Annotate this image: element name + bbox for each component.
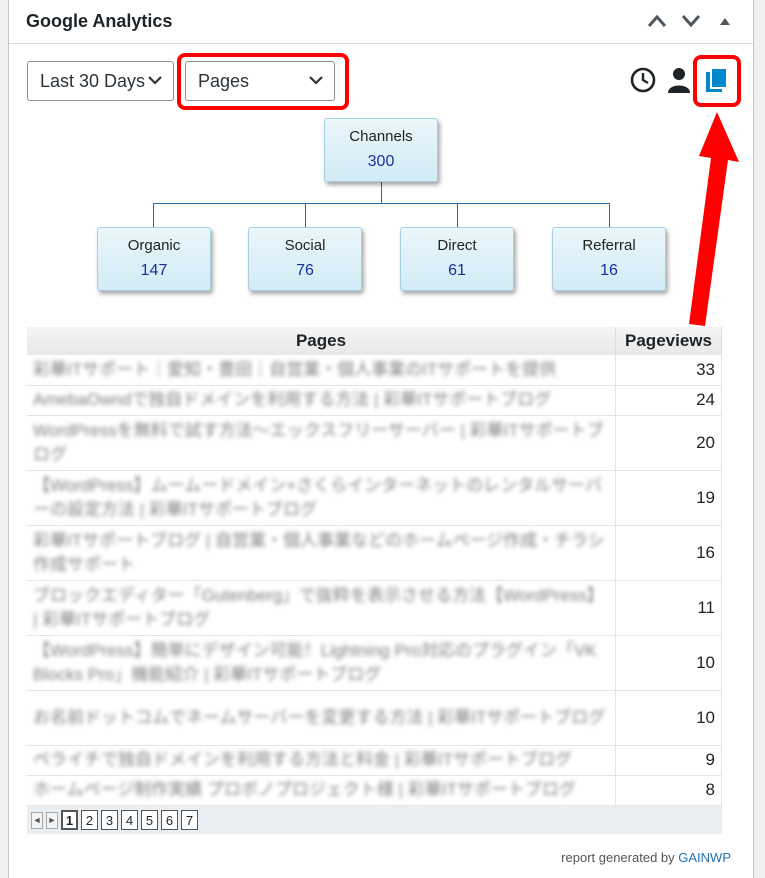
pageviews-cell: 33 [615,355,722,386]
page-cell: 【WordPress】簡単にデザイン可能！Lightning Pro対応のプラグ… [27,635,616,691]
pageviews-cell: 20 [615,415,722,471]
widget-header: Google Analytics [9,0,753,44]
next-page-button[interactable]: ► [46,811,58,829]
node-label: Channels [349,128,413,145]
period-select[interactable]: Last 30 Days [27,61,174,101]
move-up-button[interactable] [643,9,671,33]
report-select[interactable]: Pages [185,61,335,101]
page-cell: WordPressを無料で試す方法〜エックスフリーサーバー | 彩華ITサポート… [27,415,616,471]
pageviews-cell: 19 [615,470,722,526]
table-header-row: Pages Pageviews [27,327,722,355]
toggle-panel-button[interactable] [711,9,739,33]
pageviews-cell: 10 [615,635,722,691]
table-row: WordPressを無料で試す方法〜エックスフリーサーバー | 彩華ITサポート… [27,415,722,471]
pageviews-cell: 16 [615,525,722,581]
tree-connector [381,182,382,203]
tree-node-organic: Organic 147 [97,227,211,291]
page-cell: AmebaOwndで独自ドメインを利用する方法 | 彩華ITサポートブログ [27,385,616,416]
triangle-up-icon [720,18,730,25]
page-cell: 彩華ITサポートブログ | 自営業・個人事業などのホームページ作成・チラシ作成サ… [27,525,616,581]
pageviews-cell: 9 [615,745,722,776]
page-button-7[interactable]: 7 [181,810,198,830]
pageviews-cell: 10 [615,690,722,746]
node-label: Organic [127,237,181,254]
tree-connector [153,203,154,227]
pageviews-cell: 8 [615,775,722,806]
tree-connector [457,203,458,227]
clock-icon [630,67,656,93]
widget-title: Google Analytics [26,11,173,31]
page-button-1[interactable]: 1 [61,810,78,830]
gainwp-link[interactable]: GAINWP [678,850,731,865]
pageviews-cell: 24 [615,385,722,416]
report-select-value: Pages [198,70,250,91]
tree-connector [609,203,610,227]
pages-icon [706,67,728,92]
table-row: 彩華ITサポートブログ | 自営業・個人事業などのホームページ作成・チラシ作成サ… [27,525,722,581]
page-cell: お名前ドットコムでネームサーバーを変更する方法 | 彩華ITサポートブログ [27,690,616,746]
report-footer: report generated by GAINWP [561,850,731,865]
column-header-pages[interactable]: Pages [27,327,616,355]
table-row: ホームページ制作実績 プロボノプロジェクト様 | 彩華ITサポートブログ 8 [27,775,722,806]
analytics-widget: Google Analytics Last 30 Days Pages Chan… [8,0,754,878]
table-row: 彩華ITサポート｜愛知・豊田｜自営業・個人事業のITサポートを提供 33 [27,355,722,386]
chevron-down-icon [309,76,323,85]
node-label: Referral [582,237,636,254]
table-pager: ◄ ► 1 2 3 4 5 6 7 [27,806,722,834]
tree-connector [305,203,306,227]
table-row: 【WordPress】ムームードメイン+さくらインターネットのレンタルサーバーの… [27,470,722,526]
tree-node-direct: Direct 61 [400,227,514,291]
node-value: 147 [140,262,168,279]
tree-node-social: Social 76 [248,227,362,291]
table-row: ブロックエディター「Gutenberg」で抜粋を表示させる方法【WordPres… [27,580,722,636]
tree-node-referral: Referral 16 [552,227,666,291]
page-button-3[interactable]: 3 [101,810,118,830]
pages-report-button[interactable] [703,66,731,94]
visitors-button[interactable] [665,66,693,94]
node-value: 300 [367,153,395,170]
page-button-6[interactable]: 6 [161,810,178,830]
page-cell: ホームページ制作実績 プロボノプロジェクト様 | 彩華ITサポートブログ [27,775,616,806]
page-cell: ペライチで独自ドメインを利用する方法と料金 | 彩華ITサポートブログ [27,745,616,776]
tree-node-channels: Channels 300 [324,118,438,182]
table-row: お名前ドットコムでネームサーバーを変更する方法 | 彩華ITサポートブログ 10 [27,690,722,746]
realtime-button[interactable] [629,66,657,94]
page-cell: 【WordPress】ムームードメイン+さくらインターネットのレンタルサーバーの… [27,470,616,526]
table-row: 【WordPress】簡単にデザイン可能！Lightning Pro対応のプラグ… [27,635,722,691]
tree-connector [153,203,610,204]
move-down-button[interactable] [677,9,705,33]
node-value: 61 [448,262,466,279]
page-cell: ブロックエディター「Gutenberg」で抜粋を表示させる方法【WordPres… [27,580,616,636]
table-row: AmebaOwndで独自ドメインを利用する方法 | 彩華ITサポートブログ 24 [27,385,722,416]
page-cell: 彩華ITサポート｜愛知・豊田｜自営業・個人事業のITサポートを提供 [27,355,616,386]
channels-tree: Channels 300 Organic 147 Social 76 Direc… [9,114,755,304]
node-value: 16 [600,262,618,279]
chevron-down-icon [681,15,701,28]
node-label: Social [284,237,326,254]
page-button-2[interactable]: 2 [81,810,98,830]
column-header-pageviews[interactable]: Pageviews [615,327,722,355]
pageviews-cell: 11 [615,580,722,636]
controls-bar: Last 30 Days Pages [27,53,753,110]
pages-table: Pages Pageviews 彩華ITサポート｜愛知・豊田｜自営業・個人事業の… [27,327,722,806]
footer-text: report generated by [561,850,675,865]
header-controls [643,9,739,33]
chevron-up-icon [647,14,667,27]
page-button-5[interactable]: 5 [141,810,158,830]
user-icon [668,68,690,93]
table-row: ペライチで独自ドメインを利用する方法と料金 | 彩華ITサポートブログ 9 [27,745,722,776]
prev-page-button[interactable]: ◄ [31,811,43,829]
node-label: Direct [437,237,477,254]
page-button-4[interactable]: 4 [121,810,138,830]
chevron-down-icon [148,76,162,85]
period-select-value: Last 30 Days [40,70,146,91]
node-value: 76 [296,262,314,279]
